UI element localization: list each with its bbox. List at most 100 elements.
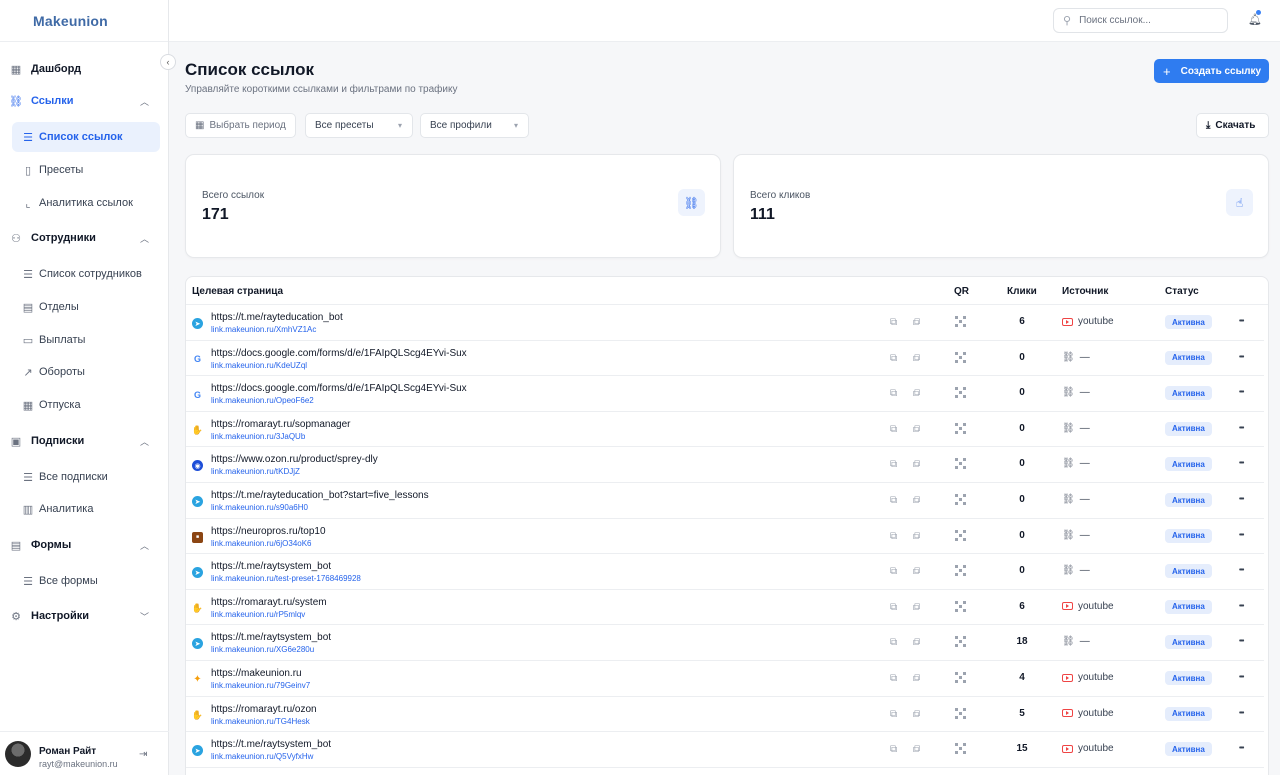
external-link-icon[interactable]: ⧉ [913, 709, 920, 720]
short-link[interactable]: link.makeunion.ru/TG4Hesk [211, 717, 310, 726]
more-options-icon[interactable]: ••• [1239, 318, 1244, 325]
qr-icon[interactable] [955, 636, 966, 648]
qr-icon[interactable] [955, 600, 966, 612]
more-options-icon[interactable]: ••• [1239, 567, 1244, 574]
external-link-icon[interactable]: ⧉ [913, 637, 920, 648]
target-url[interactable]: https://t.me/raytsystem_bot [211, 561, 331, 572]
copy-icon[interactable]: ⧉ [890, 531, 897, 542]
table-row[interactable]: ➤ https://t.me/raytsystem_bot link.makeuni… [186, 625, 1264, 661]
copy-icon[interactable]: ⧉ [890, 673, 897, 684]
download-button[interactable]: ⤓ Скачать [1196, 113, 1269, 138]
target-url[interactable]: https://romarayt.ru/sopmanager [211, 419, 351, 430]
qr-icon[interactable] [955, 316, 966, 327]
short-link[interactable]: link.makeunion.ru/test-preset-1768469928 [211, 574, 361, 583]
create-link-button[interactable]: + Создать ссылку [1154, 59, 1269, 83]
copy-icon[interactable]: ⧉ [890, 709, 897, 720]
qr-icon[interactable] [955, 529, 966, 541]
sidebar-item[interactable]: ▯ Пресеты [0, 155, 169, 185]
more-options-icon[interactable]: ••• [1239, 354, 1244, 361]
more-options-icon[interactable]: ••• [1239, 674, 1244, 681]
external-link-icon[interactable]: ⧉ [913, 317, 920, 328]
target-url[interactable]: https://t.me/raytsystem_bot [211, 739, 331, 750]
external-link-icon[interactable]: ⧉ [913, 424, 920, 435]
qr-icon[interactable] [955, 743, 966, 755]
external-link-icon[interactable]: ⧉ [913, 388, 920, 399]
sidebar-item[interactable]: ⚇ Сотрудники ︿ [0, 223, 169, 253]
table-row[interactable]: ✋ https://romarayt.ru/sopmanager link.make… [186, 412, 1264, 448]
sidebar-item[interactable]: ▦ Отпуска [0, 390, 169, 420]
target-url[interactable]: https://romarayt.ru/ozon [211, 704, 317, 715]
qr-icon[interactable] [955, 707, 966, 719]
qr-icon[interactable] [955, 672, 966, 683]
more-options-icon[interactable]: ••• [1239, 496, 1244, 503]
target-url[interactable]: https://t.me/raytsystem_bot [211, 632, 331, 643]
external-link-icon[interactable]: ⧉ [913, 673, 920, 684]
short-link[interactable]: link.makeunion.ru/Q5VyfxHw [211, 752, 313, 761]
table-row[interactable]: ➤ https://t.me/rayteducation_bot link.make… [186, 305, 1264, 341]
sidebar-item[interactable]: ▤ Формы ︿ [0, 530, 169, 560]
period-filter[interactable]: ▦ Выбрать период [185, 113, 296, 138]
target-url[interactable]: https://docs.google.com/forms/d/e/1FAIpQ… [211, 383, 467, 394]
target-url[interactable]: https://www.ozon.ru/product/sprey-dly [211, 454, 378, 465]
table-row[interactable]: ✦ https://makeunion.ru link.makeunion.ru/7… [186, 661, 1264, 697]
sidebar-item[interactable]: ☰ Все формы [0, 566, 169, 596]
sidebar-item[interactable]: ⚙ Настройки ﹀ [0, 601, 169, 631]
short-link[interactable]: link.makeunion.ru/KdeUZql [211, 361, 307, 370]
sidebar-item[interactable]: ☰ Все подписки [0, 462, 169, 492]
table-row[interactable]: ■ https://neuropros.ru/top10 link.makeunio… [186, 519, 1264, 555]
sidebar-item[interactable]: ▣ Подписки ︿ [0, 426, 169, 456]
external-link-icon[interactable]: ⧉ [913, 566, 920, 577]
qr-icon[interactable] [955, 494, 966, 505]
table-row[interactable]: ✋ https://romarayt.ru/system link.makeunio… [186, 590, 1264, 626]
profiles-filter[interactable]: Все профили ▾ [420, 113, 529, 138]
search-input[interactable] [1079, 15, 1220, 26]
sidebar-item[interactable]: ▦ Дашборд [0, 54, 169, 84]
collapse-sidebar-button[interactable]: ‹ [160, 54, 176, 70]
short-link[interactable]: link.makeunion.ru/XmhVZ1Ac [211, 325, 316, 334]
qr-icon[interactable] [955, 422, 966, 434]
target-url[interactable]: https://romarayt.ru/system [211, 597, 327, 608]
copy-icon[interactable]: ⧉ [890, 602, 897, 613]
short-link[interactable]: link.makeunion.ru/XG6e280u [211, 645, 314, 654]
target-url[interactable]: https://docs.google.com/forms/d/e/1FAIpQ… [211, 348, 467, 359]
copy-icon[interactable]: ⧉ [890, 388, 897, 399]
short-link[interactable]: link.makeunion.ru/OpeoF6e2 [211, 396, 314, 405]
bell-icon[interactable]: 🔔︎ [1248, 13, 1262, 26]
target-url[interactable]: https://t.me/rayteducation_bot [211, 312, 343, 323]
sidebar-item[interactable]: ↗ Обороты [0, 357, 169, 387]
logout-icon[interactable]: ⇥ [139, 749, 147, 760]
table-row[interactable]: Ghttps://docs.google.com/forms/d/e/1FAIp… [186, 341, 1264, 377]
more-options-icon[interactable]: ••• [1239, 638, 1244, 645]
short-link[interactable]: link.makeunion.ru/rP5mlqv [211, 610, 305, 619]
external-link-icon[interactable]: ⧉ [913, 495, 920, 506]
target-url[interactable]: https://neuropros.ru/top10 [211, 526, 326, 537]
qr-icon[interactable] [955, 387, 966, 399]
copy-icon[interactable]: ⧉ [890, 459, 897, 470]
sidebar-item[interactable]: ⌞ Аналитика ссылок [0, 188, 169, 218]
target-url[interactable]: https://makeunion.ru [211, 668, 302, 679]
table-row[interactable]: ✋ https://romarayt.ru/ozon link.makeunion.… [186, 697, 1264, 733]
short-link[interactable]: link.makeunion.ru/s90a6H0 [211, 503, 308, 512]
more-options-icon[interactable]: ••• [1239, 603, 1244, 610]
external-link-icon[interactable]: ⧉ [913, 531, 920, 542]
table-row[interactable]: Ghttps://docs.google.com/forms/d/e/1FAIp… [186, 376, 1264, 412]
copy-icon[interactable]: ⧉ [890, 317, 897, 328]
short-link[interactable]: link.makeunion.ru/tKDJjZ [211, 467, 300, 476]
sidebar-item[interactable]: ▥ Аналитика [0, 494, 169, 524]
presets-filter[interactable]: Все пресеты ▾ [305, 113, 413, 138]
more-options-icon[interactable]: ••• [1239, 425, 1244, 432]
external-link-icon[interactable]: ⧉ [913, 459, 920, 470]
more-options-icon[interactable]: ••• [1239, 460, 1244, 467]
short-link[interactable]: link.makeunion.ru/3JaQUb [211, 432, 305, 441]
sidebar-item[interactable]: ▭ Выплаты [0, 325, 169, 355]
copy-icon[interactable]: ⧉ [890, 424, 897, 435]
sidebar-item[interactable]: ⛓ Ссылки ︿ [0, 86, 169, 116]
avatar[interactable] [5, 741, 31, 767]
copy-icon[interactable]: ⧉ [890, 744, 897, 755]
table-row[interactable]: ➤ https://t.me/rayteducation_bot?start=fi… [186, 483, 1264, 519]
sidebar-item[interactable]: ☰ Список сотрудников [0, 259, 169, 289]
qr-icon[interactable] [955, 458, 966, 470]
sidebar-item[interactable]: ▤ Отделы [0, 292, 169, 322]
qr-icon[interactable] [955, 351, 966, 363]
more-options-icon[interactable]: ••• [1239, 532, 1244, 539]
